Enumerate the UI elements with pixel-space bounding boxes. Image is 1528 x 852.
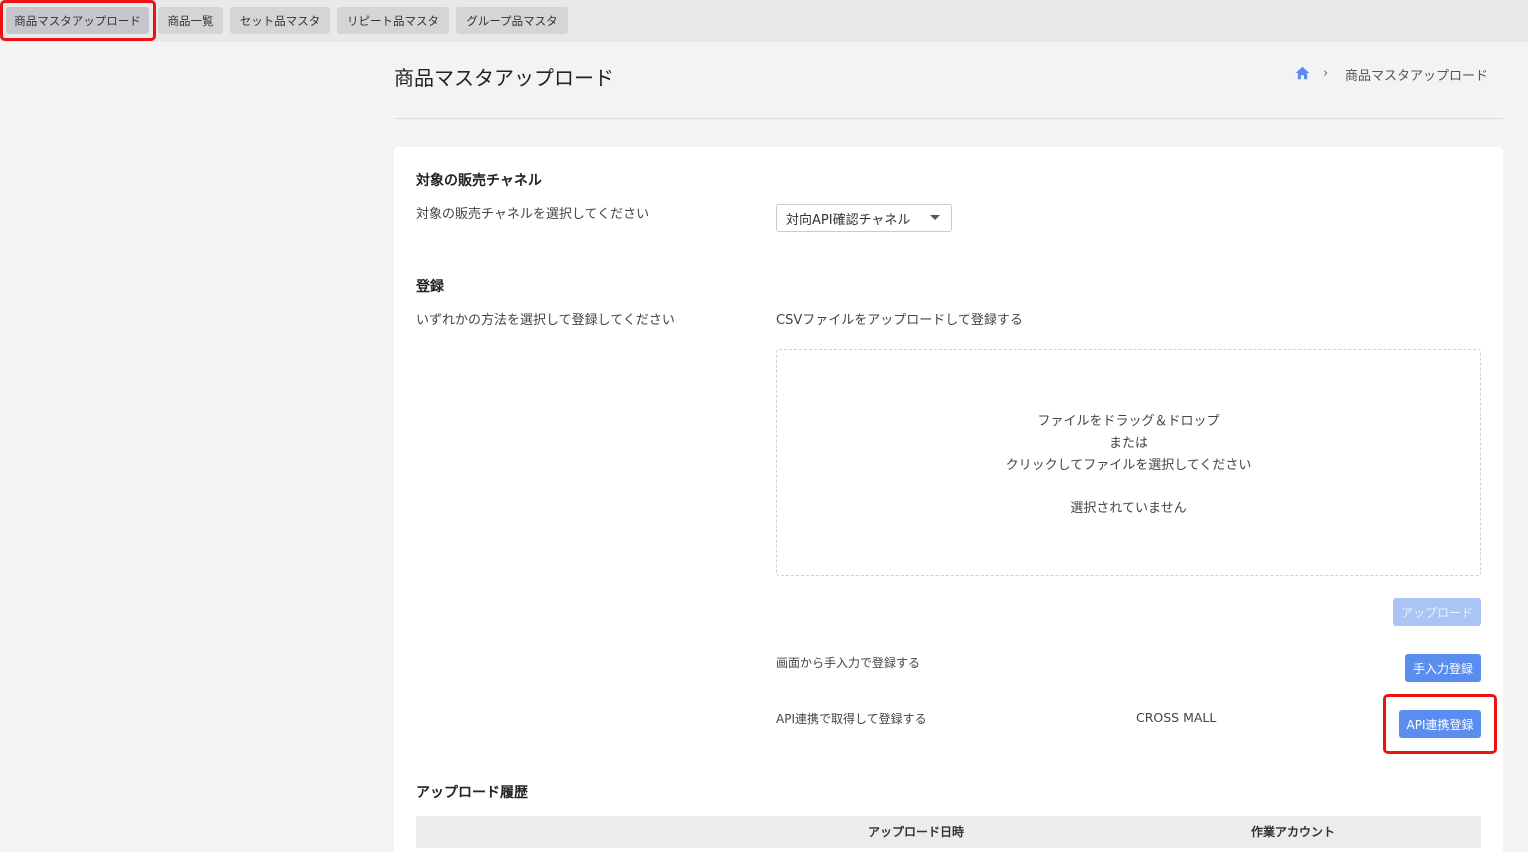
breadcrumb-current: 商品マスタアップロード bbox=[1345, 69, 1489, 84]
api-register-label: API連携で取得して登録する bbox=[776, 712, 927, 726]
home-icon[interactable] bbox=[1295, 66, 1310, 80]
tab-product-list[interactable]: 商品一覧 bbox=[158, 7, 223, 34]
dropzone-status: 選択されていません bbox=[1070, 501, 1187, 516]
csv-upload-label: CSVファイルをアップロードして登録する bbox=[776, 313, 1023, 328]
header-divider bbox=[394, 118, 1503, 119]
dropzone-line2: または bbox=[1108, 436, 1148, 451]
page-title: 商品マスタアップロード bbox=[394, 66, 614, 90]
register-heading: 登録 bbox=[416, 279, 444, 295]
tab-group-product-master[interactable]: グループ品マスタ bbox=[456, 7, 568, 34]
channel-description: 対象の販売チャネルを選択してください bbox=[416, 207, 650, 222]
highlight-box-api-button bbox=[1383, 694, 1497, 754]
dropzone-line1: ファイルをドラッグ＆ドロップ bbox=[1037, 414, 1220, 429]
tab-set-product-master[interactable]: セット品マスタ bbox=[230, 7, 330, 34]
top-tab-bar: 商品マスタアップロード 商品一覧 セット品マスタ リピート品マスタ グループ品マ… bbox=[0, 0, 1528, 42]
channel-select[interactable]: 対向API確認チャネル bbox=[776, 204, 952, 232]
highlight-box-tab bbox=[0, 0, 156, 41]
manual-register-label: 画面から手入力で登録する bbox=[776, 656, 921, 670]
chevron-down-icon bbox=[930, 215, 940, 220]
tab-repeat-product-master[interactable]: リピート品マスタ bbox=[337, 7, 449, 34]
channel-heading: 対象の販売チャネル bbox=[416, 173, 542, 189]
file-dropzone[interactable]: ファイルをドラッグ＆ドロップ または クリックしてファイルを選択してください 選… bbox=[776, 349, 1481, 576]
column-account: 作業アカウント bbox=[1251, 825, 1336, 839]
api-source-name: CROSS MALL bbox=[1136, 710, 1217, 725]
breadcrumb-separator: › bbox=[1323, 66, 1329, 81]
upload-history-heading: アップロード履歴 bbox=[416, 785, 528, 801]
manual-register-button[interactable]: 手入力登録 bbox=[1405, 654, 1481, 682]
dropzone-line3: クリックしてファイルを選択してください bbox=[1005, 458, 1252, 473]
register-description: いずれかの方法を選択して登録してください bbox=[416, 313, 675, 328]
column-upload-datetime: アップロード日時 bbox=[868, 825, 965, 839]
upload-button[interactable]: アップロード bbox=[1393, 598, 1481, 626]
